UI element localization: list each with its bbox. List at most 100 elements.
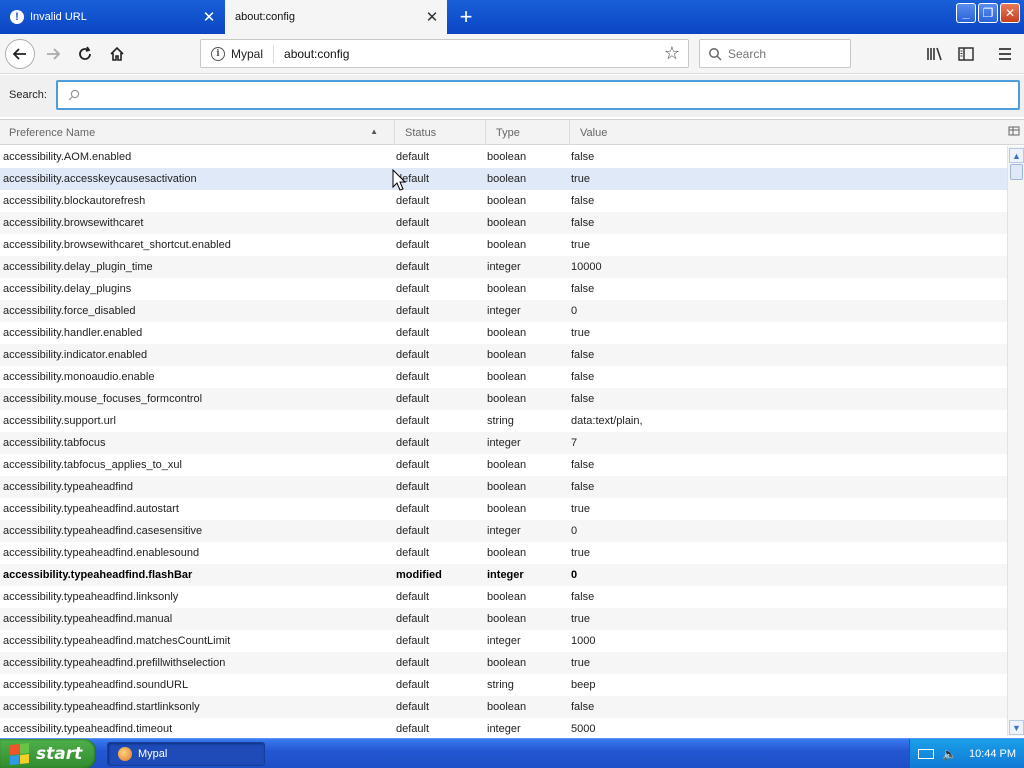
table-row[interactable]: accessibility.tabfocus default integer 7	[0, 432, 1007, 454]
reload-button[interactable]	[70, 39, 100, 69]
table-row[interactable]: accessibility.delay_plugin_time default in…	[0, 256, 1007, 278]
forward-button[interactable]	[38, 39, 68, 69]
value-cell: true	[571, 503, 590, 515]
table-row[interactable]: accessibility.AOM.enabled default boolean f…	[0, 146, 1007, 168]
table-row[interactable]: accessibility.typeaheadfind.startlinkson…	[0, 696, 1007, 718]
new-tab-button[interactable]: +	[453, 4, 479, 30]
bookmark-star-icon[interactable]: ☆	[660, 43, 684, 64]
table-row[interactable]: accessibility.typeaheadfind.linksonly def…	[0, 586, 1007, 608]
speaker-icon[interactable]: 🔈	[942, 747, 957, 761]
close-window-button[interactable]: ✕	[1000, 3, 1020, 23]
status-cell: default	[396, 701, 430, 713]
status-cell: default	[396, 173, 430, 185]
minimize-button[interactable]: _	[956, 3, 976, 23]
type-cell: boolean	[487, 459, 527, 471]
table-row[interactable]: accessibility.typeaheadfind.soundURL defa…	[0, 674, 1007, 696]
table-row[interactable]: accessibility.typeaheadfind.timeout defau…	[0, 718, 1007, 736]
status-cell: default	[396, 679, 430, 691]
value-cell: beep	[571, 679, 596, 691]
close-tab-icon[interactable]: ✕	[198, 6, 220, 28]
url-bar[interactable]: i Mypal about:config ☆	[200, 39, 689, 68]
table-row[interactable]: accessibility.browsewithcaret_shortcut.e…	[0, 234, 1007, 256]
menu-button[interactable]	[993, 42, 1017, 66]
column-header-type[interactable]: Type	[487, 120, 570, 145]
table-row[interactable]: accessibility.typeaheadfind.casesensitiv…	[0, 520, 1007, 542]
table-row[interactable]: accessibility.typeaheadfind.autostart def…	[0, 498, 1007, 520]
table-row[interactable]: accessibility.mouse_focuses_formcontrol d…	[0, 388, 1007, 410]
table-row[interactable]: accessibility.tabfocus_applies_to_xul def…	[0, 454, 1007, 476]
pref-name-cell: accessibility.typeaheadfind.soundURL	[3, 679, 189, 691]
column-header-label: Preference Name	[9, 126, 96, 139]
identity-label[interactable]: Mypal	[231, 47, 263, 61]
taskbar-item-mypal[interactable]: Mypal	[107, 742, 265, 766]
table-row[interactable]: accessibility.indicator.enabled default bo…	[0, 344, 1007, 366]
search-icon	[68, 89, 80, 101]
close-tab-icon[interactable]: ✕	[421, 6, 443, 28]
table-row[interactable]: accessibility.delay_plugins default boolea…	[0, 278, 1007, 300]
web-search-box[interactable]	[699, 39, 851, 68]
vertical-scrollbar[interactable]: ▲ ▼	[1007, 146, 1024, 736]
table-row[interactable]: accessibility.blockautorefresh default boo…	[0, 190, 1007, 212]
table-row[interactable]: accessibility.typeaheadfind.matchesCount…	[0, 630, 1007, 652]
pref-name-cell: accessibility.typeaheadfind.prefillwiths…	[3, 657, 226, 669]
web-search-input[interactable]	[728, 46, 838, 61]
restore-button[interactable]: ❐	[978, 3, 998, 23]
table-row[interactable]: accessibility.typeaheadfind.manual defaul…	[0, 608, 1007, 630]
scroll-down-arrow-icon[interactable]: ▼	[1009, 720, 1024, 735]
config-search-input[interactable]	[86, 88, 986, 102]
url-input[interactable]: about:config	[284, 47, 660, 61]
config-search-box[interactable]	[56, 80, 1020, 110]
table-row[interactable]: accessibility.typeaheadfind.flashBar modi…	[0, 564, 1007, 586]
column-header-value[interactable]: Value	[571, 120, 1007, 145]
scroll-thumb[interactable]	[1010, 164, 1023, 180]
table-row[interactable]: accessibility.typeaheadfind.enablesound d…	[0, 542, 1007, 564]
pref-name-cell: accessibility.typeaheadfind.casesensitiv…	[3, 525, 203, 537]
status-cell: default	[396, 151, 430, 163]
tab-about-config[interactable]: about:config ✕	[225, 0, 447, 34]
pref-name-cell: accessibility.mouse_focuses_formcontrol	[3, 393, 203, 405]
sidebar-button[interactable]	[954, 42, 978, 66]
table-row[interactable]: accessibility.monoaudio.enable default boo…	[0, 366, 1007, 388]
type-cell: integer	[487, 723, 521, 735]
type-cell: boolean	[487, 349, 527, 361]
table-row[interactable]: accessibility.browsewithcaret default bool…	[0, 212, 1007, 234]
value-cell: true	[571, 657, 590, 669]
keyboard-icon[interactable]	[918, 749, 934, 759]
value-cell: false	[571, 591, 595, 603]
config-search-row: Search:	[0, 75, 1024, 117]
type-cell: boolean	[487, 371, 527, 383]
column-header-status[interactable]: Status	[396, 120, 486, 145]
status-cell: default	[396, 459, 430, 471]
search-icon	[709, 47, 722, 61]
table-row[interactable]: accessibility.force_disabled default integ…	[0, 300, 1007, 322]
value-cell: true	[571, 547, 590, 559]
start-label: start	[36, 744, 83, 764]
value-cell: false	[571, 459, 595, 471]
column-picker-icon[interactable]	[1008, 125, 1022, 139]
back-button[interactable]	[5, 39, 35, 69]
status-cell: default	[396, 239, 430, 251]
sidebar-icon	[958, 47, 974, 61]
start-button[interactable]: start	[0, 739, 96, 768]
info-icon[interactable]: i	[211, 46, 225, 61]
status-cell: modified	[396, 569, 442, 581]
table-row[interactable]: accessibility.support.url default string da…	[0, 410, 1007, 432]
status-cell: default	[396, 393, 430, 405]
table-row[interactable]: accessibility.typeaheadfind.prefillwiths…	[0, 652, 1007, 674]
value-cell: false	[571, 283, 595, 295]
home-button[interactable]	[102, 39, 132, 69]
column-header-label: Type	[496, 126, 520, 139]
status-cell: default	[396, 415, 430, 427]
library-button[interactable]	[923, 42, 947, 66]
hamburger-menu-icon	[999, 48, 1011, 60]
windows-logo-icon	[10, 743, 30, 766]
table-row[interactable]: accessibility.accesskeycausesactivation d…	[0, 168, 1007, 190]
tab-invalid-url[interactable]: ! Invalid URL ✕	[0, 0, 224, 34]
table-row[interactable]: accessibility.typeaheadfind default boolea…	[0, 476, 1007, 498]
preferences-table: Preference Name ▲ Status Type Value acce…	[0, 119, 1024, 736]
type-cell: integer	[487, 635, 521, 647]
type-cell: integer	[487, 569, 524, 581]
table-row[interactable]: accessibility.handler.enabled default bool…	[0, 322, 1007, 344]
column-header-preference-name[interactable]: Preference Name ▲	[0, 120, 395, 145]
scroll-up-arrow-icon[interactable]: ▲	[1009, 148, 1024, 163]
